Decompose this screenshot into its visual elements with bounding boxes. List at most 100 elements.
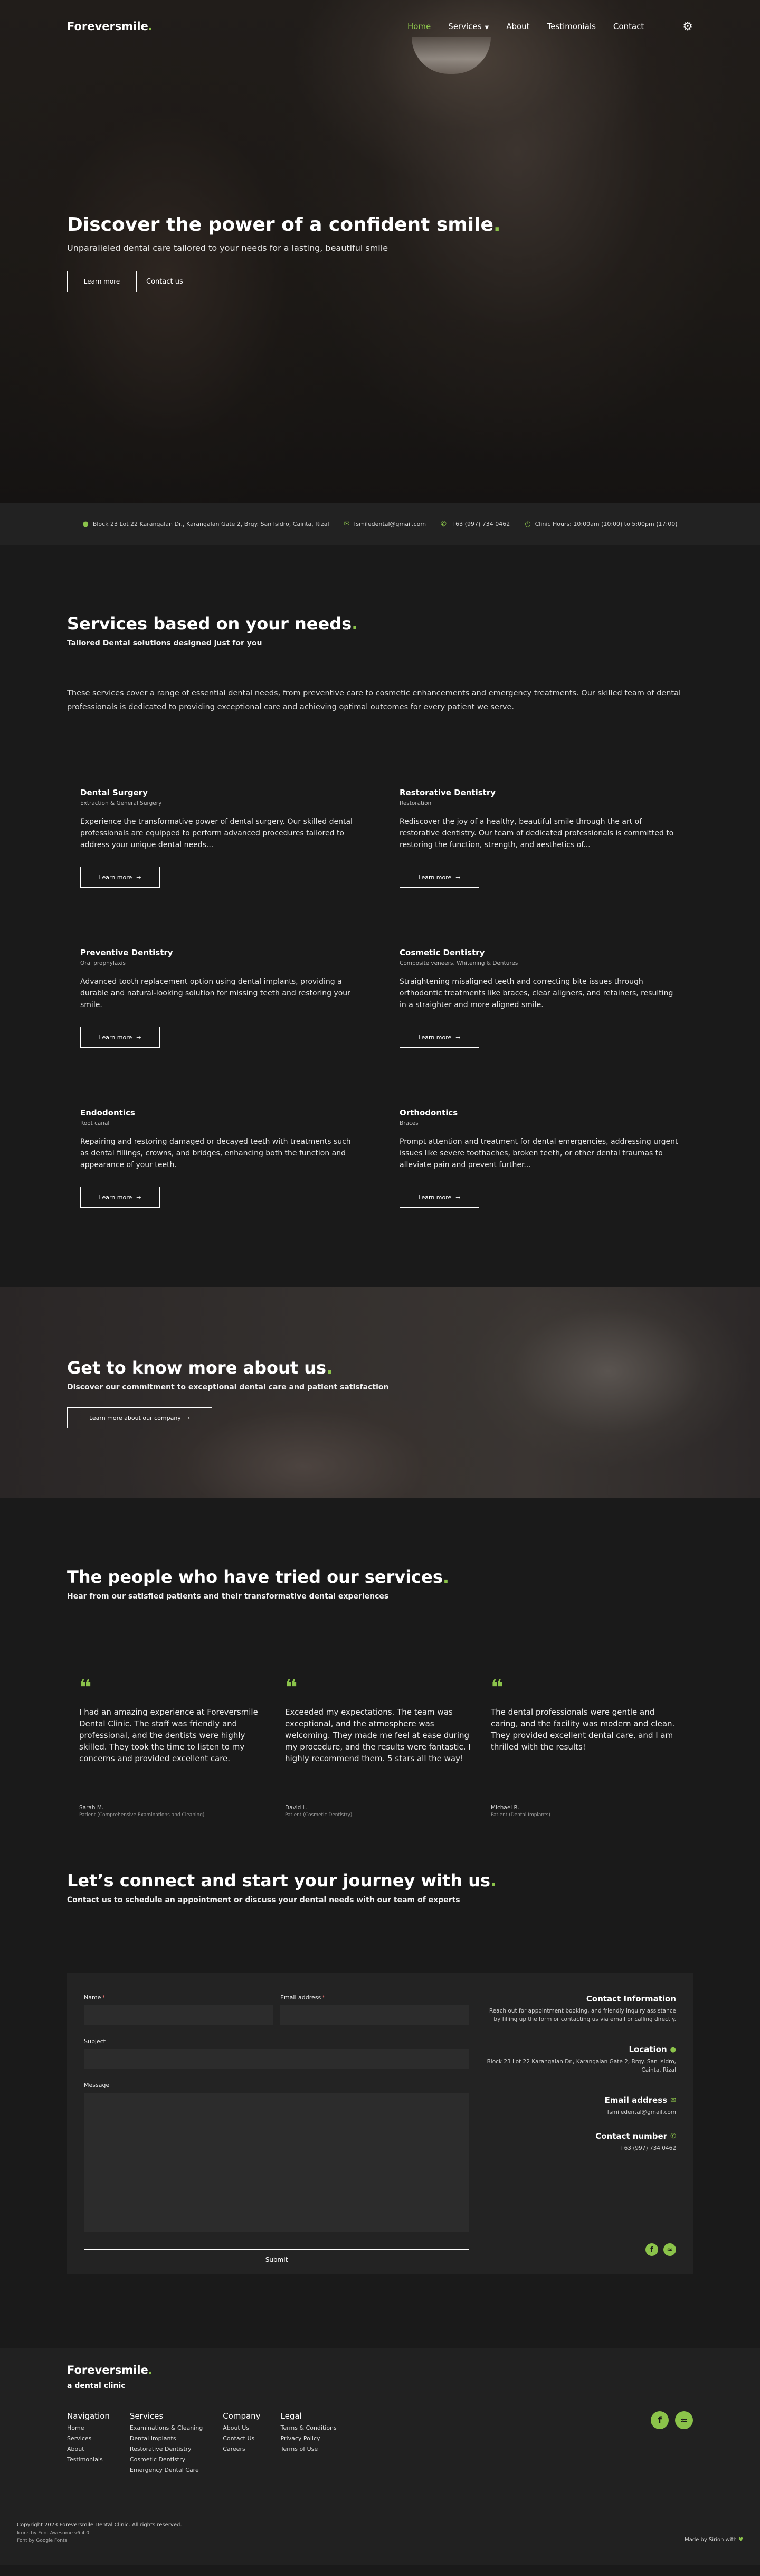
footer-column-heading: Services [129,2411,164,2421]
service-title: Orthodontics [400,1108,458,1117]
contact-section: Let’s connect and start your journey wit… [0,1849,760,2348]
testimonial-name: Sarah M. [79,1804,104,1811]
service-card: Orthodontics Braces Prompt attention and… [400,1108,680,1208]
arrow-right-icon: → [455,1193,461,1201]
testimonials-grid: ❝ I had an amazing experience at Forever… [67,1676,693,1818]
info-phone[interactable]: +63 (997) 734 0462 [451,521,510,528]
nav-item-services[interactable]: Services ▼ [448,22,489,31]
testimonials-section: The people who have tried our services. … [0,1498,760,1849]
email-text[interactable]: fsmiledental@gmail.com [485,2108,676,2117]
facebook-icon[interactable]: f [645,2243,658,2256]
messenger-icon[interactable]: ≈ [663,2243,676,2256]
hero-contact-us-link[interactable]: Contact us [146,278,183,286]
testimonial-name: Michael R. [491,1804,519,1811]
footer-link[interactable]: About [67,2446,110,2452]
icons-credit: Icons by Font Awesome v6.4.0 [17,2531,89,2536]
footer-columns: Navigation Home Services About Testimoni… [67,2411,337,2474]
info-email[interactable]: fsmiledental@gmail.com [354,521,426,528]
footer-logo[interactable]: Foreversmile. [67,2364,153,2376]
clock-icon: ◷ [525,520,531,528]
site-logo[interactable]: Foreversmile. [67,20,153,33]
location-pin-icon: ● [82,520,89,528]
footer-link[interactable]: Testimonials [67,2456,110,2463]
footer-column-services: Services Examinations & Cleaning Dental … [130,2411,203,2474]
subject-label: Subject [84,2038,106,2045]
contact-panel: Name * Email address * Subject Message S… [67,1973,693,2274]
service-category: Braces [400,1120,419,1126]
footer-link[interactable]: Services [67,2435,110,2442]
about-section: Get to know more about us. Discover our … [0,1287,760,1498]
hero-title: Discover the power of a confident smile. [67,214,501,236]
footer-tagline: a dental clinic [67,2382,126,2390]
nav-item-home[interactable]: Home [407,22,431,31]
testimonial-role: Patient (Comprehensive Examinations and … [79,1812,205,1818]
service-card: Cosmetic Dentistry Composite veneers, Wh… [400,948,680,1048]
footer-link[interactable]: Careers [223,2446,260,2452]
hero-content: Discover the power of a confident smile.… [67,214,501,292]
service-learn-more-button[interactable]: Learn more → [80,1187,160,1208]
email-field[interactable] [280,2005,469,2025]
arrow-right-icon: → [455,873,461,881]
arrow-right-icon: → [455,1033,461,1041]
testimonial-card: ❝ Exceeded my expectations. The team was… [285,1676,475,1818]
about-learn-more-button[interactable]: Learn more about our company → [67,1407,212,1428]
arrow-right-icon: → [185,1414,191,1422]
subject-field[interactable] [84,2049,469,2069]
footer-link[interactable]: Dental Implants [130,2435,203,2442]
quote-icon: ❝ [285,1676,298,1700]
footer-link[interactable]: Home [67,2424,110,2431]
clinic-info-bar: ● Block 23 Lot 22 Karangalan Dr., Karanga… [0,503,760,545]
arrow-right-icon: → [136,1193,141,1201]
service-card: Dental Surgery Extraction & General Surg… [80,788,360,888]
location-heading: Location ● [629,2045,676,2054]
nav-item-testimonials[interactable]: Testimonials [547,22,596,31]
services-subtitle: Tailored Dental solutions designed just … [67,639,262,647]
testimonials-subtitle: Hear from our satisfied patients and the… [67,1592,389,1601]
footer-link[interactable]: Terms of Use [281,2446,337,2452]
phone-heading: Contact number ✆ [595,2131,676,2141]
service-learn-more-button[interactable]: Learn more → [400,1027,479,1048]
location-pin-icon: ● [670,2045,676,2054]
footer-link[interactable]: Emergency Dental Care [130,2467,203,2474]
service-card: Endodontics Root canal Repairing and res… [80,1108,360,1208]
gear-icon[interactable]: ⚙ [682,20,693,33]
footer-link[interactable]: About Us [223,2424,260,2431]
testimonial-name: David L. [285,1804,308,1811]
footer-link[interactable]: Examinations & Cleaning [130,2424,203,2431]
contact-social-links: f ≈ [645,2243,676,2256]
footer-column-heading: Navigation [67,2411,110,2421]
footer-link[interactable]: Privacy Policy [281,2435,337,2442]
service-learn-more-button[interactable]: Learn more → [400,867,479,888]
footer-link[interactable]: Restorative Dentistry [130,2446,203,2452]
name-label: Name * [84,1994,105,2001]
nav-item-contact[interactable]: Contact [613,22,644,31]
services-section: Services based on your needs. Tailored D… [0,545,760,1287]
footer-social-links: f ≈ [651,2411,693,2429]
message-field[interactable] [84,2093,469,2232]
service-learn-more-button[interactable]: Learn more → [80,867,160,888]
about-subtitle: Discover our commitment to exceptional d… [67,1383,389,1392]
contact-info-intro: Reach out for appointment booking, and f… [489,2008,676,2023]
hero-learn-more-button[interactable]: Learn more [67,271,137,292]
nav-item-about[interactable]: About [506,22,529,31]
testimonial-card: ❝ I had an amazing experience at Forever… [79,1677,269,1818]
hero-section: Foreversmile. Home Services ▼ About Testi… [0,0,760,503]
footer-link[interactable]: Contact Us [223,2435,260,2442]
testimonial-text: I had an amazing experience at Foreversm… [79,1707,258,1763]
service-learn-more-button[interactable]: Learn more → [80,1027,160,1048]
facebook-icon[interactable]: f [651,2411,669,2429]
name-field[interactable] [84,2005,273,2025]
phone-text[interactable]: +63 (997) 734 0462 [485,2144,676,2152]
footer-link[interactable]: Cosmetic Dentistry [130,2456,203,2463]
contact-title: Let’s connect and start your journey wit… [67,1870,497,1891]
service-category: Oral prophylaxis [80,960,126,966]
email-heading: Email address ✉ [604,2095,676,2105]
service-title: Endodontics [80,1108,135,1117]
footer-link[interactable]: Terms & Conditions [281,2424,337,2431]
testimonial-role: Patient (Dental Implants) [491,1812,550,1818]
footer-bottom: Copyright 2023 Foreversmile Dental Clini… [0,2521,760,2544]
site-footer: Foreversmile. a dental clinic Navigation… [0,2348,760,2565]
service-learn-more-button[interactable]: Learn more → [400,1187,479,1208]
messenger-icon[interactable]: ≈ [675,2411,693,2429]
submit-button[interactable]: Submit [84,2249,469,2270]
